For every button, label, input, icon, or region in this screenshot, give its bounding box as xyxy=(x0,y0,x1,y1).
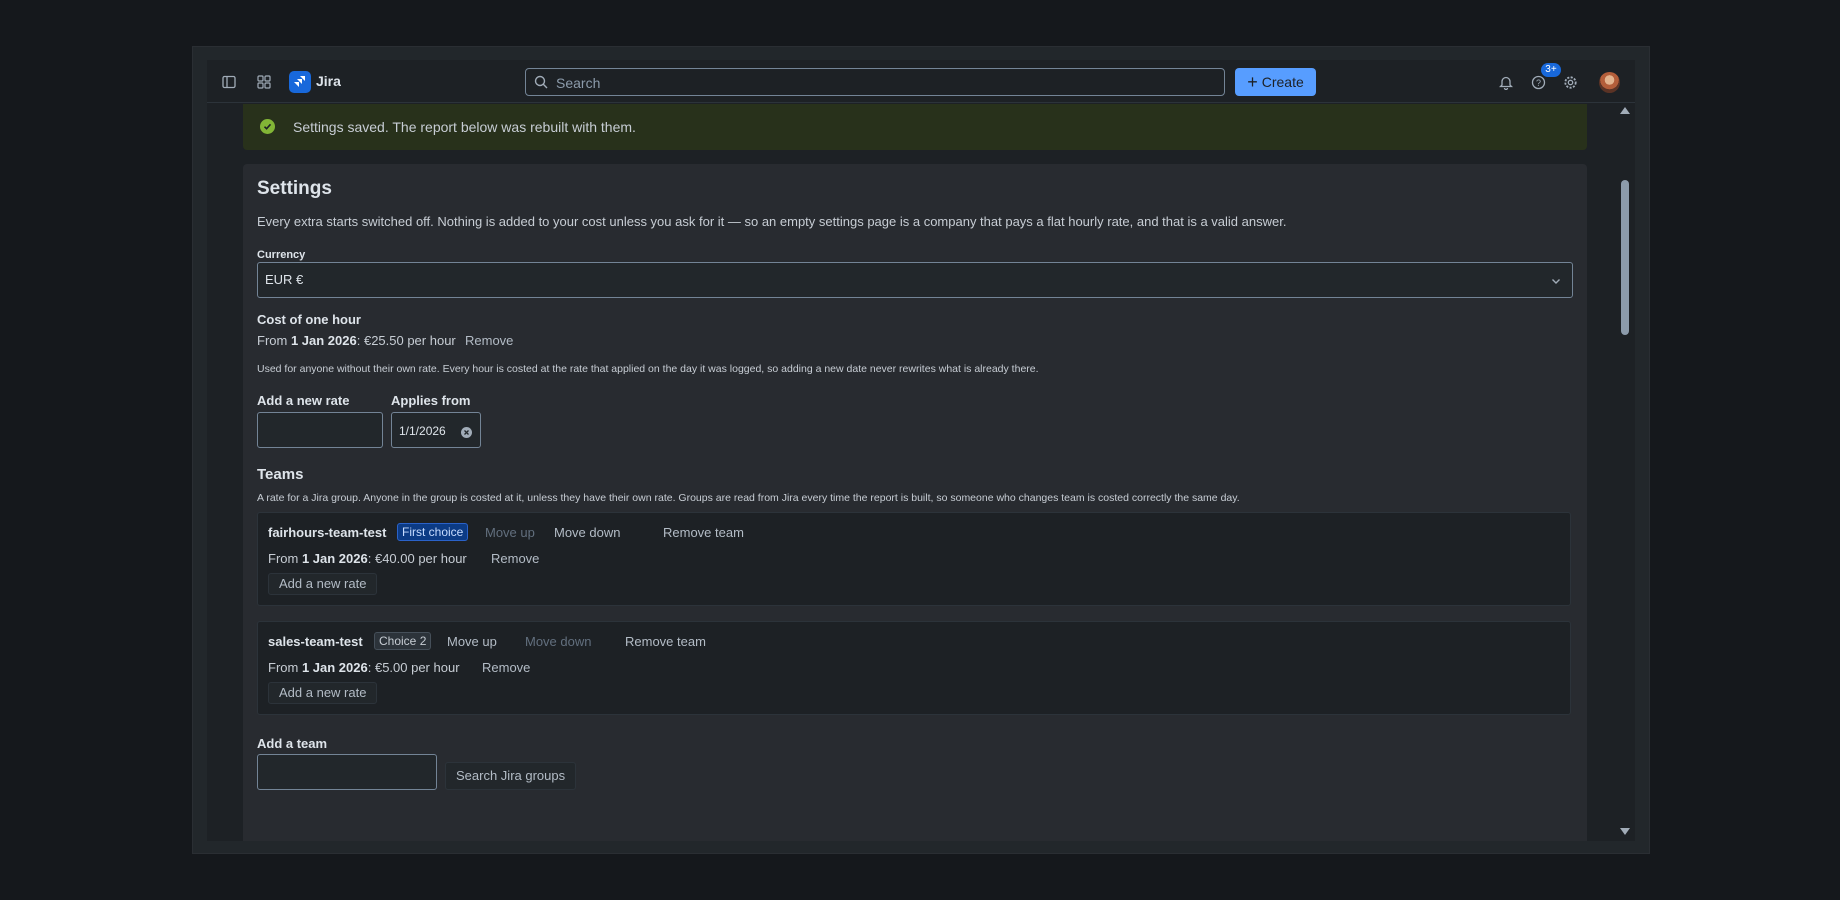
rate-date: 1 Jan 2026 xyxy=(301,551,368,566)
add-team-input[interactable] xyxy=(258,755,436,789)
move-down-button[interactable]: Move down xyxy=(525,634,591,649)
add-team-rate-button[interactable]: Add a new rate xyxy=(268,573,378,595)
plus-icon: + xyxy=(1247,72,1258,92)
svg-text:?: ? xyxy=(1535,78,1540,88)
team-rate-line: From 1 Jan 2026: €40.00 per hour xyxy=(268,551,467,566)
app-switcher-icon[interactable] xyxy=(254,72,274,92)
jira-window: Jira + Create ? 3+ xyxy=(207,60,1635,841)
user-avatar[interactable] xyxy=(1599,72,1620,93)
team-name: fairhours-team-test xyxy=(268,525,387,540)
app-name[interactable]: Jira xyxy=(316,73,341,89)
applies-from-value: 1/1/2026 xyxy=(399,424,446,438)
remove-team-rate-link[interactable]: Remove xyxy=(482,660,530,675)
applies-from-label: Applies from xyxy=(391,393,471,408)
rate-value: : €40.00 per hour xyxy=(367,551,467,566)
success-banner: Settings saved. The report below was reb… xyxy=(243,104,1587,150)
team-name: sales-team-test xyxy=(268,634,363,649)
settings-panel: Settings Every extra starts switched off… xyxy=(243,164,1587,841)
top-navigation: Jira + Create ? 3+ xyxy=(207,60,1635,103)
rate-date: 1 Jan 2026 xyxy=(301,660,368,675)
move-down-button[interactable]: Move down xyxy=(554,525,620,540)
remove-team-button[interactable]: Remove team xyxy=(625,634,706,649)
currency-label: Currency xyxy=(257,249,306,261)
teams-description: A rate for a Jira group. Anyone in the g… xyxy=(257,492,1240,504)
rate-prefix: From xyxy=(268,660,302,675)
new-rate-input-field[interactable] xyxy=(257,412,383,448)
success-check-icon xyxy=(260,119,275,134)
cost-of-hour-description: Used for anyone without their own rate. … xyxy=(257,363,1039,375)
new-rate-input[interactable] xyxy=(258,413,382,447)
priority-badge: First choice xyxy=(397,523,469,541)
settings-gear-icon[interactable] xyxy=(1560,72,1580,92)
scroll-up-arrow-icon[interactable] xyxy=(1620,107,1630,114)
rate-prefix: From xyxy=(257,333,291,348)
notifications-bell-icon[interactable] xyxy=(1496,72,1516,92)
currency-value: EUR € xyxy=(265,272,304,287)
rate-date: 1 Jan 2026 xyxy=(290,333,357,348)
add-team-input-field[interactable] xyxy=(257,754,437,790)
add-team-rate-button[interactable]: Add a new rate xyxy=(268,682,378,704)
priority-badge: Choice 2 xyxy=(374,632,432,650)
team-card: fairhours-team-test First choice Move up… xyxy=(257,512,1571,606)
scrollbar-thumb[interactable] xyxy=(1621,180,1629,335)
settings-intro: Every extra starts switched off. Nothing… xyxy=(257,214,1287,229)
move-up-button[interactable]: Move up xyxy=(485,525,535,540)
banner-message: Settings saved. The report below was reb… xyxy=(293,119,636,135)
rate-prefix: From xyxy=(268,551,302,566)
create-label: Create xyxy=(1261,74,1304,90)
team-rate-line: From 1 Jan 2026: €5.00 per hour xyxy=(268,660,460,675)
create-button[interactable]: + Create xyxy=(1235,68,1316,96)
scroll-down-arrow-icon[interactable] xyxy=(1620,828,1630,835)
currency-select[interactable]: EUR € xyxy=(257,262,1573,298)
move-up-button[interactable]: Move up xyxy=(447,634,497,649)
vertical-scrollbar[interactable] xyxy=(1616,103,1635,841)
rate-value: : €5.00 per hour xyxy=(367,660,460,675)
add-team-label: Add a team xyxy=(257,736,328,751)
search-icon xyxy=(534,75,548,89)
teams-title: Teams xyxy=(257,466,304,483)
sidebar-toggle-icon[interactable] xyxy=(219,72,239,92)
cost-of-hour-title: Cost of one hour xyxy=(257,312,361,327)
applies-from-date-field[interactable]: 1/1/2026 xyxy=(391,412,481,448)
page-title: Settings xyxy=(257,178,332,199)
remove-team-rate-link[interactable]: Remove xyxy=(491,551,539,566)
chevron-down-icon xyxy=(1550,274,1562,292)
notifications-count-badge: 3+ xyxy=(1541,63,1561,77)
search-input[interactable] xyxy=(554,72,1198,94)
new-rate-label: Add a new rate xyxy=(257,393,350,408)
app-frame: Jira + Create ? 3+ xyxy=(192,46,1650,854)
team-card: sales-team-test Choice 2 Move up Move do… xyxy=(257,621,1571,715)
default-rate-line: From 1 Jan 2026: €25.50 per hour xyxy=(257,333,456,348)
rate-value: : €25.50 per hour xyxy=(356,333,456,348)
clear-date-icon[interactable] xyxy=(461,425,472,443)
jira-logo-icon[interactable] xyxy=(289,71,311,93)
remove-default-rate-link[interactable]: Remove xyxy=(465,333,513,348)
search-jira-groups-button[interactable]: Search Jira groups xyxy=(445,762,577,790)
search-box[interactable] xyxy=(525,68,1225,96)
remove-team-button[interactable]: Remove team xyxy=(663,525,744,540)
